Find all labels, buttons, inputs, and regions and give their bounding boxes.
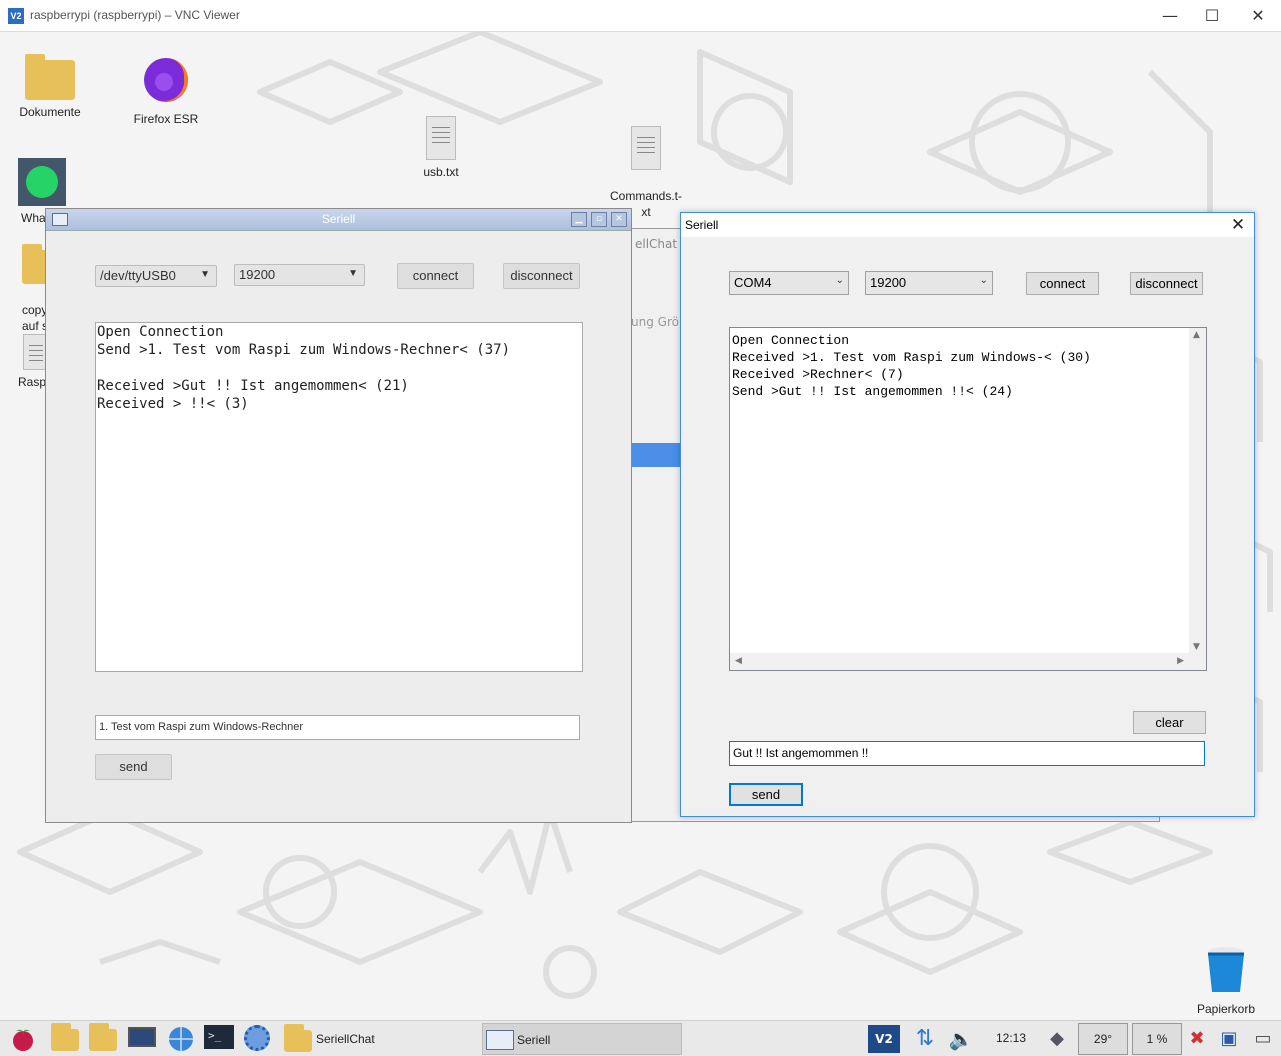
back-window-selection <box>631 443 681 467</box>
raspi-seriell-window: Seriell ▁ ▫ ✕ /dev/ttyUSB0 ▼ 19200 ▼ con… <box>45 208 632 823</box>
windows-port-select[interactable]: COM4 ⌄ <box>729 271 849 295</box>
raspi-taskbar: >_ SeriellChat Seriell V2 ⇅ 🔈 12:13 ◆ 29… <box>0 1020 1281 1056</box>
back-window-columns: ung Grö <box>631 315 679 329</box>
windows-connect-button[interactable]: connect <box>1026 272 1099 295</box>
scroll-down-icon[interactable]: ▼ <box>1193 642 1200 652</box>
windows-send-button[interactable]: send <box>729 783 803 806</box>
raspi-connect-button[interactable]: connect <box>397 263 474 289</box>
vnc-window-title: raspberrypi (raspberrypi) – VNC Viewer <box>30 8 240 22</box>
chevron-down-icon: ▼ <box>200 269 210 280</box>
folder-icon[interactable] <box>88 1023 118 1053</box>
desktop-icon-papierkorb[interactable]: Papierkorb <box>1190 946 1262 1017</box>
folder-icon <box>284 1024 312 1052</box>
settings-gear-icon[interactable] <box>244 1025 274 1053</box>
windows-window-title: Seriell <box>685 218 719 232</box>
raspi-log-textarea[interactable]: Open Connection Send >1. Test vom Raspi … <box>95 322 583 672</box>
folder-icon <box>25 54 75 100</box>
chevron-down-icon: ⌄ <box>979 275 988 286</box>
raspi-port-select[interactable]: /dev/ttyUSB0 ▼ <box>95 265 217 287</box>
raspi-disconnect-button[interactable]: disconnect <box>503 263 580 289</box>
raspi-baud-select[interactable]: 19200 ▼ <box>234 264 365 286</box>
desktop-icon-label: Dokumente <box>19 105 81 119</box>
monitor-icon[interactable] <box>128 1025 158 1053</box>
cpu-temperature: 29° <box>1078 1023 1128 1055</box>
windows-disconnect-button[interactable]: disconnect <box>1130 272 1203 295</box>
printer-error-icon[interactable]: ✖ <box>1182 1025 1212 1053</box>
raspi-close-button[interactable]: ✕ <box>611 212 627 227</box>
vnc-minimize-button[interactable]: — <box>1150 4 1190 28</box>
taskbar-item-label: Seriell <box>517 1033 551 1047</box>
show-desktop-icon[interactable]: ▭ <box>1248 1025 1278 1053</box>
network-transfer-icon[interactable]: ⇅ <box>910 1025 940 1053</box>
scroll-right-icon[interactable]: ▶ <box>1177 656 1184 666</box>
text-file-icon <box>631 126 661 170</box>
raspi-window-title-bar: Seriell ▁ ▫ ✕ <box>46 209 631 231</box>
file-manager-icon[interactable] <box>50 1023 80 1053</box>
text-file-icon <box>426 116 456 160</box>
windows-window-title-bar: Seriell ✕ <box>681 213 1254 237</box>
trash-icon <box>1208 947 1244 992</box>
whatsapp-icon <box>18 158 66 206</box>
windows-seriell-window: Seriell ✕ COM4 ⌄ 19200 ⌄ connect disconn… <box>680 212 1255 817</box>
desktop-icon-dokumente[interactable]: Dokumente <box>14 54 86 120</box>
vnc-maximize-button[interactable]: ☐ <box>1192 4 1232 28</box>
windows-baud-select[interactable]: 19200 ⌄ <box>865 271 993 295</box>
taskbar-item-seriellchat[interactable]: SeriellChat <box>282 1023 472 1055</box>
vnc-close-button[interactable]: ✕ <box>1238 4 1278 28</box>
raspberry-menu-icon[interactable] <box>8 1025 38 1053</box>
raspi-window-title: Seriell <box>321 212 356 226</box>
taskbar-clock[interactable]: 12:13 <box>996 1031 1026 1045</box>
desktop-icon-label: usb.txt <box>423 165 459 179</box>
raspi-send-input[interactable]: 1. Test vom Raspi zum Windows-Rechner <box>95 715 580 740</box>
scroll-up-icon[interactable]: ▲ <box>1193 330 1200 340</box>
chevron-down-icon: ⌄ <box>835 275 844 286</box>
desktop-icon-label: Papierkorb <box>1196 1002 1256 1016</box>
windows-log-textarea[interactable]: Open Connection Received >1. Test vom Ra… <box>729 327 1207 671</box>
raspi-minimize-button[interactable]: ▁ <box>571 212 587 227</box>
raspberry-pi-desktop: ellChat ung Grö Dokumente Firefox ESR us… <box>0 32 1281 1020</box>
vertical-scrollbar[interactable]: ▲ ▼ <box>1189 328 1206 654</box>
terminal-icon[interactable]: >_ <box>204 1025 234 1053</box>
cpu-usage: 1 % <box>1132 1023 1182 1055</box>
network-computers-icon[interactable]: ▣ <box>1214 1025 1244 1053</box>
vnc-title-bar: V2 raspberrypi (raspberrypi) – VNC Viewe… <box>0 0 1281 32</box>
desktop-icon-usb-txt[interactable]: usb.txt <box>406 116 476 180</box>
desktop-icon-firefox[interactable]: Firefox ESR <box>130 56 202 127</box>
scroll-left-icon[interactable]: ◀ <box>735 656 742 666</box>
taskbar-item-seriell[interactable]: Seriell <box>482 1023 682 1055</box>
desktop-icon-label: Firefox ESR <box>133 112 199 126</box>
windows-port-value: COM4 <box>734 275 772 290</box>
raspi-port-value: /dev/ttyUSB0 <box>100 268 176 283</box>
windows-close-button[interactable]: ✕ <box>1226 214 1250 236</box>
raspi-baud-value: 19200 <box>239 267 276 282</box>
chevron-down-icon: ▼ <box>348 268 358 279</box>
raspi-send-button[interactable]: send <box>95 754 172 780</box>
eject-drive-icon[interactable]: ◆ <box>1042 1025 1072 1053</box>
browser-globe-icon[interactable] <box>166 1025 196 1053</box>
horizontal-scrollbar[interactable]: ◀ ▶ <box>730 653 1206 670</box>
windows-baud-value: 19200 <box>870 275 907 290</box>
vnc-logo-icon: V2 <box>8 8 24 24</box>
back-window-tab: ellChat <box>635 237 678 251</box>
taskbar-item-label: SeriellChat <box>316 1032 375 1046</box>
volume-icon[interactable]: 🔈 <box>946 1025 976 1053</box>
windows-send-input[interactable]: Gut !! Ist angemommen !! <box>729 741 1205 766</box>
vnc-tray-icon[interactable]: V2 <box>868 1025 900 1053</box>
firefox-icon <box>144 57 188 102</box>
window-app-icon <box>486 1030 514 1050</box>
windows-clear-button[interactable]: clear <box>1133 711 1206 734</box>
windows-log-content: Open Connection Received >1. Test vom Ra… <box>732 333 1091 399</box>
raspi-maximize-button[interactable]: ▫ <box>591 212 607 227</box>
